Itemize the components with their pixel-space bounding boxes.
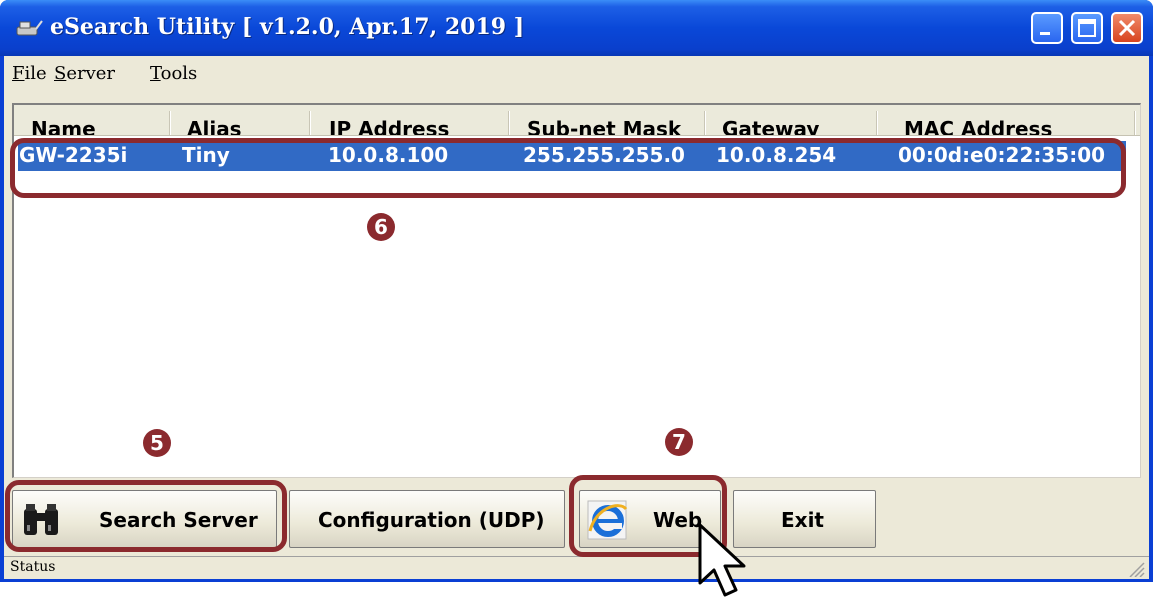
menu-server[interactable]: Server [54, 63, 115, 84]
app-icon [16, 20, 43, 36]
title-bar[interactable]: eSearch Utility [ v1.2.0, Apr.17, 2019 ] [0, 0, 1153, 56]
minimize-icon [1040, 32, 1050, 35]
configuration-udp-label: Configuration (UDP) [318, 508, 545, 532]
highlight-search-button [5, 480, 287, 552]
minimize-button[interactable] [1031, 12, 1063, 44]
menu-bar: File Server Tools [4, 56, 1149, 94]
step-badge-6: 6 [367, 213, 395, 241]
status-bar: Status [4, 556, 1149, 579]
close-button[interactable] [1111, 12, 1143, 44]
vertical-scroll-thumb[interactable] [1140, 195, 1141, 223]
column-header-alias[interactable]: Alias [187, 117, 242, 135]
step-badge-5: 5 [143, 429, 171, 457]
step-badge-7: 7 [665, 428, 693, 456]
highlight-device-row [10, 138, 1126, 198]
window-title: eSearch Utility [ v1.2.0, Apr.17, 2019 ] [50, 14, 525, 40]
exit-button[interactable]: Exit [733, 490, 876, 548]
menu-tools[interactable]: Tools [150, 63, 197, 84]
status-text: Status [10, 559, 56, 575]
resize-grip-icon[interactable] [1126, 559, 1146, 577]
maximize-icon [1078, 19, 1096, 37]
menu-file[interactable]: File [12, 63, 47, 84]
configuration-udp-button[interactable]: Configuration (UDP) [289, 490, 565, 548]
cursor-icon [698, 523, 746, 597]
exit-label: Exit [781, 508, 824, 532]
list-header: Name Alias IP Address Sub-net Mask Gatew… [14, 105, 1140, 136]
column-header-mask[interactable]: Sub-net Mask [527, 117, 681, 135]
column-header-name[interactable]: Name [31, 117, 96, 135]
column-header-mac[interactable]: MAC Address [904, 117, 1052, 135]
maximize-button[interactable] [1071, 12, 1103, 44]
column-header-ip[interactable]: IP Address [329, 117, 449, 135]
close-icon [1118, 19, 1136, 37]
column-header-gateway[interactable]: Gateway [722, 117, 819, 135]
